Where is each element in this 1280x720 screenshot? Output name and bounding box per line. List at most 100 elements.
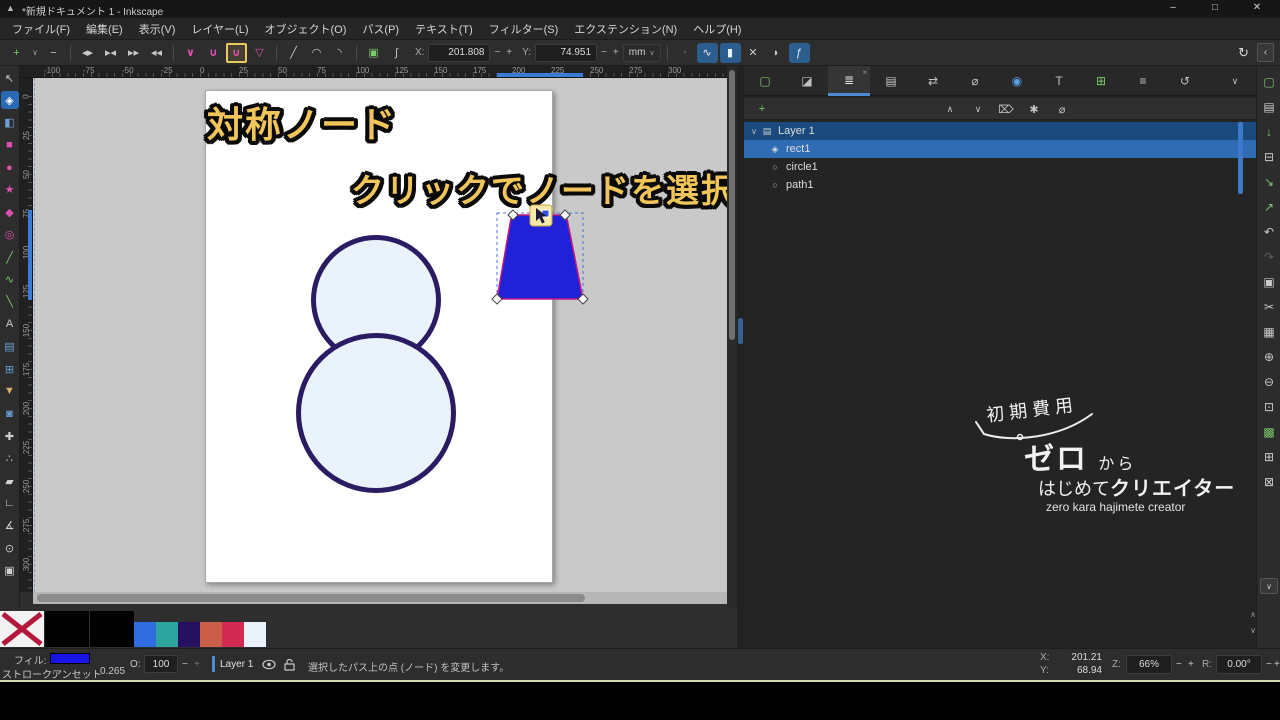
selector-tool[interactable]: ↖ bbox=[1, 69, 19, 87]
palette-swatch-dark-purple[interactable] bbox=[178, 622, 200, 647]
ellipse-tool[interactable]: ● bbox=[1, 159, 19, 177]
star-tool[interactable]: ★ bbox=[1, 181, 19, 199]
menu-help[interactable]: ヘルプ(H) bbox=[693, 21, 741, 37]
join-with-segment-icon[interactable]: ▸▸ bbox=[123, 43, 144, 63]
layer-lock-icon[interactable] bbox=[284, 658, 295, 671]
menu-edit[interactable]: 編集(E) bbox=[86, 21, 123, 37]
x-plus-button[interactable]: + bbox=[504, 47, 514, 58]
make-curve-icon[interactable]: ◠ bbox=[306, 43, 327, 63]
palette-swatch-none[interactable] bbox=[0, 611, 44, 647]
palette-swatch-teal[interactable] bbox=[156, 622, 178, 647]
edit-masks-toggle[interactable]: ◗ bbox=[766, 43, 787, 63]
palette-swatch-black-2[interactable] bbox=[90, 611, 134, 647]
x-minus-button[interactable]: − bbox=[492, 47, 502, 58]
palette-swatch-pale-blue[interactable] bbox=[244, 622, 266, 647]
menu-file[interactable]: ファイル(F) bbox=[12, 21, 70, 37]
rotation-minus-button[interactable]: − bbox=[1266, 659, 1272, 670]
node-tool[interactable]: ◈ bbox=[0, 91, 19, 110]
calligraphy-tool[interactable]: ╲ bbox=[1, 293, 19, 311]
palette-swatch-crimson[interactable] bbox=[222, 622, 244, 647]
connector-tool[interactable]: ∟ bbox=[1, 494, 19, 512]
symmetric-node-icon[interactable]: ∪ bbox=[226, 42, 247, 63]
tab-overflow-chevron-icon[interactable]: ∨ bbox=[1214, 66, 1256, 96]
corner-node-icon[interactable]: ∨ bbox=[180, 43, 201, 63]
tab-find[interactable]: ⌀ bbox=[954, 66, 996, 96]
zoom-selection-button[interactable]: ⊕ bbox=[1257, 347, 1280, 367]
spiral-tool[interactable]: ◎ bbox=[1, 226, 19, 244]
tab-xml-editor[interactable]: ▤ bbox=[870, 66, 912, 96]
tab-align[interactable]: ⊞ bbox=[1080, 66, 1122, 96]
panel-divider-handle[interactable] bbox=[738, 318, 743, 344]
text-tool[interactable]: A bbox=[1, 315, 19, 333]
y-minus-button[interactable]: − bbox=[599, 47, 609, 58]
pages-tool[interactable]: ▣ bbox=[1, 562, 19, 580]
y-plus-button[interactable]: + bbox=[611, 47, 621, 58]
raise-object-button[interactable]: ∧ bbox=[940, 100, 960, 118]
fill-color-indicator[interactable] bbox=[50, 653, 90, 664]
zoom-page-button[interactable]: ⊡ bbox=[1257, 397, 1280, 417]
panel-scrollbar-thumb[interactable] bbox=[1238, 122, 1243, 194]
minimize-button[interactable]: – bbox=[1160, 2, 1186, 13]
show-outline-toggle[interactable]: ▮ bbox=[719, 42, 741, 63]
rotation-input[interactable]: 0.00° bbox=[1216, 655, 1262, 674]
join-nodes-icon[interactable]: ▸◂ bbox=[100, 43, 121, 63]
stroke-width-value[interactable]: 0.265 bbox=[100, 666, 125, 677]
lower-object-button[interactable]: ∨ bbox=[968, 100, 988, 118]
show-transform-handles-toggle[interactable]: ƒ bbox=[788, 42, 810, 63]
open-document-button[interactable]: ▤ bbox=[1257, 97, 1280, 117]
print-button[interactable]: ⊟ bbox=[1257, 147, 1280, 167]
show-bezier-handles-toggle[interactable]: ∿ bbox=[696, 42, 718, 63]
current-layer-name[interactable]: Layer 1 bbox=[220, 659, 253, 670]
edit-clipping-paths-toggle[interactable]: ◔ bbox=[674, 43, 695, 63]
export-button[interactable]: ↗ bbox=[1257, 197, 1280, 217]
close-tab-icon[interactable]: × bbox=[862, 68, 867, 77]
cut-button[interactable]: ✂ bbox=[1257, 297, 1280, 317]
snowman-body-circle[interactable] bbox=[296, 333, 456, 493]
object-row-rect1[interactable]: ◈ rect1 bbox=[744, 140, 1256, 158]
dropper-tool[interactable]: ▼ bbox=[1, 382, 19, 400]
insert-node-menu-icon[interactable]: ∨ bbox=[29, 43, 41, 63]
auto-smooth-node-icon[interactable]: ▽ bbox=[249, 43, 270, 63]
menu-object[interactable]: オブジェクト(O) bbox=[265, 21, 347, 37]
copy-button[interactable]: ▣ bbox=[1257, 272, 1280, 292]
duplicate-button[interactable]: ▩ bbox=[1257, 422, 1280, 442]
redo-button[interactable]: ↷ bbox=[1257, 247, 1280, 267]
tab-arrange[interactable]: ≡ bbox=[1122, 66, 1164, 96]
panel-divider[interactable] bbox=[737, 66, 744, 648]
stroke-to-path-icon[interactable]: ∫ bbox=[386, 43, 407, 63]
eraser-tool[interactable]: ▰ bbox=[1, 472, 19, 490]
ungroup-button[interactable]: ⊠ bbox=[1257, 472, 1280, 492]
canvas[interactable]: 対称ノード クリックでノードを選択 bbox=[33, 78, 727, 592]
mesh-tool[interactable]: ⊞ bbox=[1, 360, 19, 378]
opacity-input[interactable]: 100 bbox=[144, 655, 178, 673]
spray-tool[interactable]: ∴ bbox=[1, 450, 19, 468]
vertical-scrollbar-thumb[interactable] bbox=[729, 70, 735, 340]
smooth-node-icon[interactable]: ∪ bbox=[203, 43, 224, 63]
unit-dropdown[interactable]: mm ∨ bbox=[622, 43, 661, 62]
break-path-icon[interactable]: ◂▸ bbox=[77, 43, 98, 63]
menu-layer[interactable]: レイヤー(L) bbox=[191, 21, 248, 37]
delete-node-icon[interactable]: − bbox=[43, 43, 64, 63]
menu-view[interactable]: 表示(V) bbox=[139, 21, 176, 37]
zoom-plus-button[interactable]: + bbox=[1188, 659, 1194, 670]
tab-document-properties[interactable]: ▢ bbox=[744, 66, 786, 96]
undo-button[interactable]: ↶ bbox=[1257, 222, 1280, 242]
vertical-scrollbar[interactable] bbox=[727, 66, 737, 608]
menu-path[interactable]: パス(P) bbox=[362, 21, 399, 37]
zoom-minus-button[interactable]: − bbox=[1176, 659, 1182, 670]
measure-tool[interactable]: ∡ bbox=[1, 517, 19, 535]
reset-toolbar-icon[interactable]: ↻ bbox=[1238, 45, 1249, 61]
tab-fill-stroke[interactable]: ◪ bbox=[786, 66, 828, 96]
tab-text[interactable]: T bbox=[1038, 66, 1080, 96]
x-coordinate-input[interactable]: 201.808 bbox=[428, 43, 491, 62]
menu-text[interactable]: テキスト(T) bbox=[415, 21, 473, 37]
horizontal-scrollbar-thumb[interactable] bbox=[37, 594, 585, 602]
rotation-plus-button[interactable]: + bbox=[1274, 659, 1280, 670]
paste-button[interactable]: ▦ bbox=[1257, 322, 1280, 342]
new-document-button[interactable]: ▢ bbox=[1257, 72, 1280, 92]
trapezoid-path[interactable] bbox=[496, 214, 584, 300]
pen-tool[interactable]: ∿ bbox=[1, 271, 19, 289]
insert-node-icon[interactable]: + bbox=[6, 43, 27, 63]
layer-row-layer1[interactable]: ∨ ▤ Layer 1 bbox=[744, 122, 1256, 140]
group-button[interactable]: ⊞ bbox=[1257, 447, 1280, 467]
